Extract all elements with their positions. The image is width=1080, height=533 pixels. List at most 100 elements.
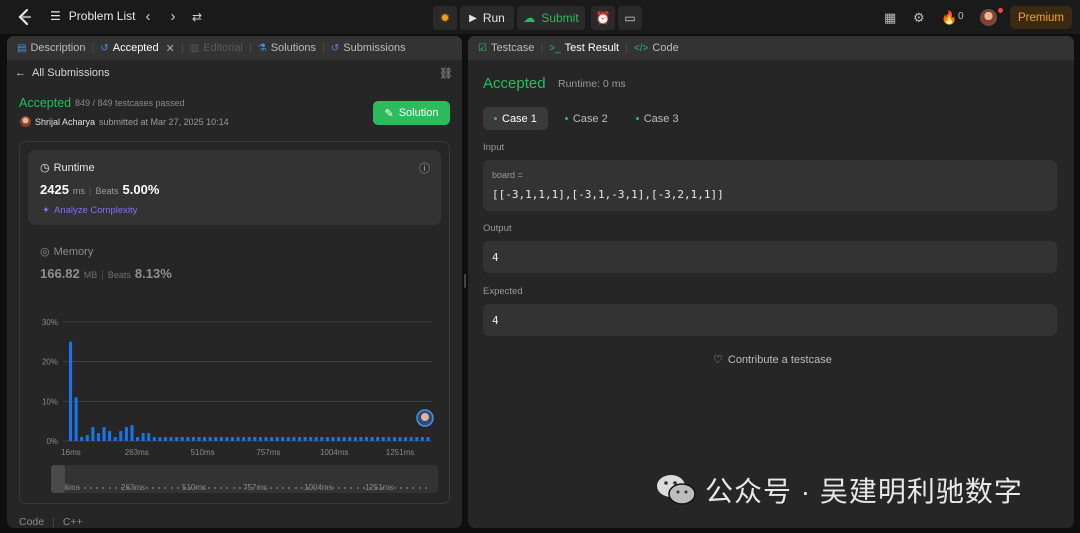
histogram-bar [258,437,262,441]
histogram-bar [96,433,100,441]
histogram-bar [253,437,257,441]
author-avatar[interactable] [20,116,31,127]
histogram-bar [275,437,279,441]
close-icon[interactable]: ✕ [166,42,175,55]
pass-dot [635,117,639,120]
prev-problem-icon[interactable]: ‹ [140,8,156,26]
left-tabbar: ▤ Description | ↺ Accepted ✕ | ▥ Editori… [7,36,462,60]
histogram-bar [141,433,145,441]
problem-list-button[interactable]: ☰ Problem List [50,9,135,23]
share-link-icon[interactable]: ⛓ [439,67,453,80]
histogram-bar [158,437,162,441]
overview-bar [406,487,409,489]
back-label: All Submissions [32,67,110,79]
case-tab-3[interactable]: Case 3 [625,107,690,130]
tab-description[interactable]: ▤ Description [17,42,85,54]
tab-label: Solutions [270,42,316,54]
overview-bar [133,487,136,489]
tab-testcase[interactable]: ☑ Testcase [478,42,534,54]
case-tab-2[interactable]: Case 2 [554,107,619,130]
user-avatar[interactable] [980,9,997,26]
overview-bar [300,487,303,489]
histogram-bar [292,437,296,441]
overview-bar [164,487,167,489]
streak-fire-icon[interactable]: 🔥 [941,10,957,26]
runtime-card[interactable]: ◷ Runtime ⓘ 2425 ms | Beats 5.00% ✦ Anal… [28,150,441,225]
runtime-number: 2425 [40,182,69,197]
checkbox-icon: ☑ [478,42,487,54]
all-submissions-link[interactable]: ← All Submissions [15,67,110,79]
submission-meta: Shrijal Acharya submitted at Mar 27, 202… [20,116,229,127]
analyze-complexity-link[interactable]: ✦ Analyze Complexity [42,205,137,216]
overview-bar [201,487,204,489]
overview-bar [214,487,216,489]
solution-button[interactable]: ✎ Solution [373,101,450,125]
histogram-bar [197,437,201,441]
input-box[interactable]: board = [[-3,1,1,1],[-3,1,-3,1],[-3,2,1,… [483,160,1057,211]
case-tab-1[interactable]: Case 1 [483,107,548,130]
tab-solutions[interactable]: ⚗ Solutions [258,42,316,54]
memory-value: 166.82 MB | Beats 8.13% [40,266,172,281]
overview-bar [400,487,402,489]
expected-box[interactable]: 4 [483,304,1057,336]
result-status: Accepted [483,75,546,92]
flask-icon: ⚗ [257,42,267,54]
histogram-bar [359,437,363,441]
output-label: Output [483,223,512,234]
histogram-bar [147,433,151,441]
panel-resize-handle[interactable] [464,274,466,288]
runtime-beats: 5.00% [122,182,160,197]
submission-status: Accepted [19,96,72,110]
notes-button[interactable]: ▭ [618,6,642,30]
info-icon[interactable]: ⓘ [419,160,430,176]
overview-bar [108,487,111,489]
overview-bar [350,487,353,489]
overview-bar [238,487,241,489]
overview-bar [220,487,223,489]
overview-bar [307,487,309,489]
tab-test-result[interactable]: >_ Test Result [549,42,619,54]
heart-icon: ♡ [713,354,723,366]
tab-editorial[interactable]: ▥ Editorial [190,42,243,54]
histogram-bar [348,437,352,441]
test-result-panel: ☑ Testcase | >_ Test Result | </> Code A… [468,36,1074,528]
leetcode-logo-icon[interactable] [14,7,34,27]
premium-button[interactable]: Premium [1010,6,1072,29]
memory-title[interactable]: ◎ Memory [40,245,93,259]
tab-separator: | [321,42,325,54]
contribute-testcase-link[interactable]: ♡ Contribute a testcase [713,353,832,367]
solution-label: Solution [398,107,439,119]
shuffle-icon[interactable]: ⇄ [189,8,205,26]
x-tick-label: 16ms [61,448,81,457]
tab-accepted[interactable]: ↺ Accepted ✕ [100,42,174,55]
range-slider-handle[interactable] [51,465,65,493]
overview-bar [195,487,198,489]
tab-separator: | [248,42,252,54]
output-box[interactable]: 4 [483,241,1057,273]
layout-grid-icon[interactable]: ▦ [884,10,896,26]
overview-bar [139,487,142,489]
submitted-at: submitted at Mar 27, 2025 10:14 [99,116,229,127]
memory-chip-icon: ◎ [40,246,50,258]
histogram-bar [370,437,374,441]
run-button[interactable]: ▶ Run [460,6,514,30]
debug-button[interactable]: ✹ [433,6,457,30]
run-label: Run [482,11,505,25]
histogram-bar [314,437,318,441]
author-name[interactable]: Shrijal Acharya [35,117,95,127]
beats-label: Beats [107,270,131,280]
performance-box: ◷ Runtime ⓘ 2425 ms | Beats 5.00% ✦ Anal… [19,141,450,504]
settings-gear-icon[interactable]: ⚙ [913,10,925,26]
tab-submissions[interactable]: ↺ Submissions [331,42,406,54]
histogram-bar [376,437,380,441]
submit-button[interactable]: ☁ Submit [517,6,585,30]
next-problem-icon[interactable]: › [165,8,181,26]
tab-code[interactable]: </> Code [634,42,679,54]
timer-button[interactable]: ⏰ [591,6,615,30]
code-icon: </> [633,42,649,54]
memory-beats: 8.13% [134,266,172,281]
input-value: [[-3,1,1,1],[-3,1,-3,1],[-3,2,1,1]] [492,188,724,201]
case-tabs: Case 1 Case 2 Case 3 [483,107,690,130]
chart-range-slider[interactable]: 16ms263ms510ms757ms1004ms1251ms [51,465,438,493]
histogram-bar [219,437,223,441]
